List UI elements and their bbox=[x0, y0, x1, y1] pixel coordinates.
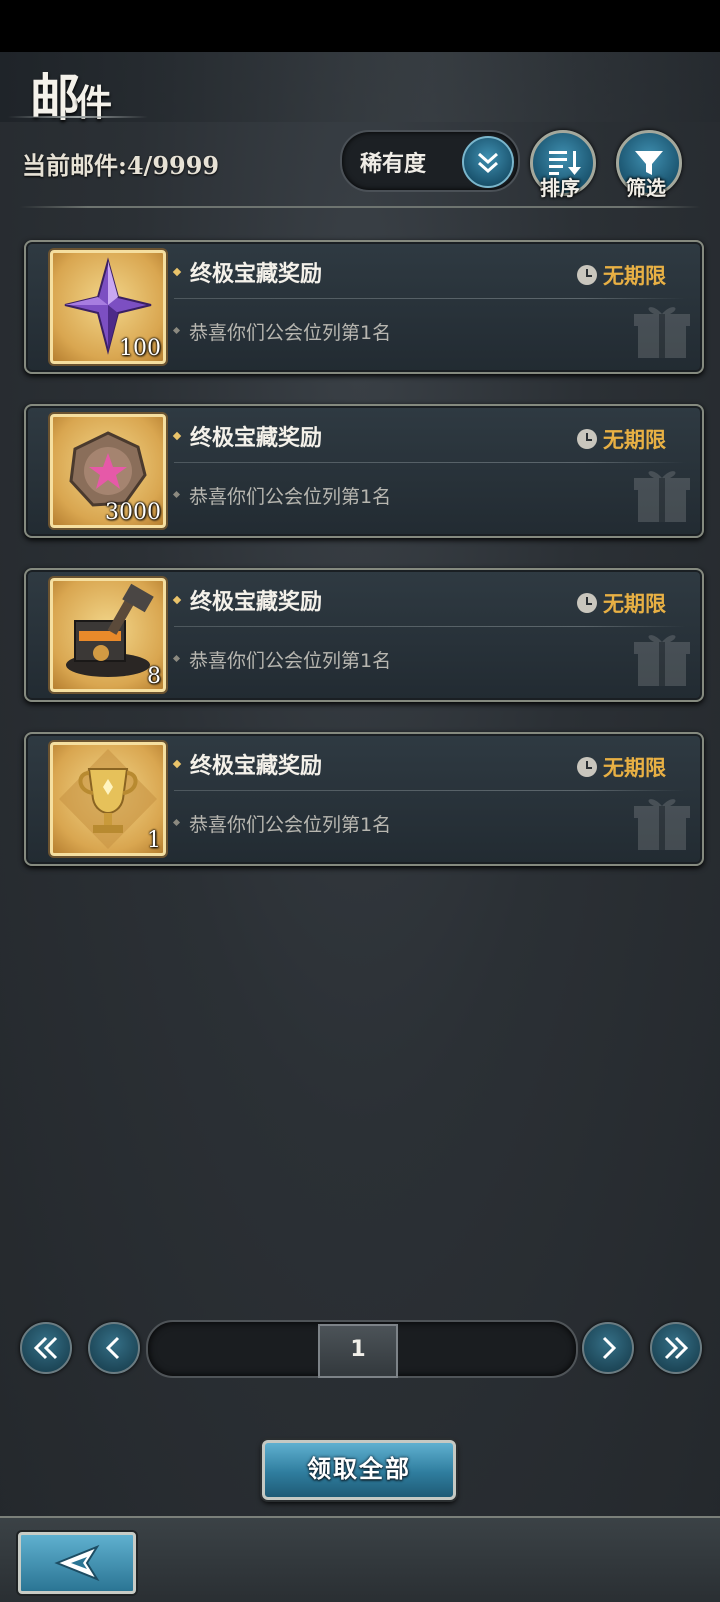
divider bbox=[20, 206, 700, 208]
expiry-label: 无期限 bbox=[577, 588, 666, 618]
back-button[interactable] bbox=[18, 1532, 136, 1594]
clock-icon bbox=[577, 593, 597, 613]
mail-item[interactable]: 8 终极宝藏奖励 无期限 恭喜你们公会位列第1名 bbox=[24, 568, 704, 702]
item-slot[interactable]: 100 bbox=[50, 250, 166, 364]
mail-item[interactable]: 100 终极宝藏奖励 无期限 恭喜你们公会位列第1名 bbox=[24, 240, 704, 374]
mail-count: 当前邮件:4/9999 bbox=[22, 151, 220, 180]
expiry-label: 无期限 bbox=[577, 260, 666, 290]
expiry-label: 无期限 bbox=[577, 424, 666, 454]
item-quantity: 3000 bbox=[105, 500, 161, 525]
double-chevron-right-icon bbox=[664, 1336, 689, 1360]
card-divider bbox=[174, 790, 686, 791]
mail-title: 终极宝藏奖励 bbox=[172, 420, 322, 452]
item-slot[interactable]: 3000 bbox=[50, 414, 166, 528]
clock-icon bbox=[577, 757, 597, 777]
mail-subtitle: 恭喜你们公会位列第1名 bbox=[172, 810, 391, 837]
expiry-label: 无期限 bbox=[577, 752, 666, 782]
double-chevron-left-icon bbox=[33, 1336, 58, 1360]
item-quantity: 8 bbox=[147, 664, 161, 689]
first-page-button[interactable] bbox=[20, 1322, 72, 1374]
chevron-right-icon bbox=[602, 1336, 617, 1360]
mail-subtitle: 恭喜你们公会位列第1名 bbox=[172, 646, 391, 673]
gift-icon bbox=[634, 799, 690, 850]
filter-label: 筛选 bbox=[626, 176, 666, 200]
sort-label: 排序 bbox=[540, 176, 580, 200]
mail-item[interactable]: 3000 终极宝藏奖励 无期限 恭喜你们公会位列第1名 bbox=[24, 404, 704, 538]
mail-title: 终极宝藏奖励 bbox=[172, 584, 322, 616]
item-quantity: 100 bbox=[119, 336, 161, 361]
clock-icon bbox=[577, 265, 597, 285]
chevron-down-icon[interactable] bbox=[462, 136, 514, 188]
item-slot[interactable]: 8 bbox=[50, 578, 166, 692]
back-arrow-icon bbox=[54, 1544, 100, 1582]
last-page-button[interactable] bbox=[650, 1322, 702, 1374]
status-bar bbox=[0, 0, 720, 52]
item-slot[interactable]: 1 bbox=[50, 742, 166, 856]
rarity-label: 稀有度 bbox=[360, 152, 427, 177]
mail-title: 终极宝藏奖励 bbox=[172, 748, 322, 780]
title-underline bbox=[8, 116, 148, 118]
rarity-dropdown[interactable]: 稀有度 bbox=[340, 130, 520, 192]
next-page-button[interactable] bbox=[582, 1322, 634, 1374]
claim-all-button[interactable]: 领取全部 bbox=[262, 1440, 456, 1500]
gift-icon bbox=[634, 635, 690, 686]
card-divider bbox=[174, 462, 686, 463]
gift-icon bbox=[634, 471, 690, 522]
card-divider bbox=[174, 298, 686, 299]
clock-icon bbox=[577, 429, 597, 449]
mail-subtitle: 恭喜你们公会位列第1名 bbox=[172, 318, 391, 345]
previous-page-button[interactable] bbox=[88, 1322, 140, 1374]
page-title: 邮件 bbox=[30, 68, 115, 127]
mail-subtitle: 恭喜你们公会位列第1名 bbox=[172, 482, 391, 509]
current-page: 1 bbox=[318, 1324, 398, 1378]
card-divider bbox=[174, 626, 686, 627]
gift-icon bbox=[634, 307, 690, 358]
chevron-left-icon bbox=[105, 1336, 120, 1360]
mail-item[interactable]: 1 终极宝藏奖励 无期限 恭喜你们公会位列第1名 bbox=[24, 732, 704, 866]
item-quantity: 1 bbox=[147, 828, 161, 853]
mail-title: 终极宝藏奖励 bbox=[172, 256, 322, 288]
